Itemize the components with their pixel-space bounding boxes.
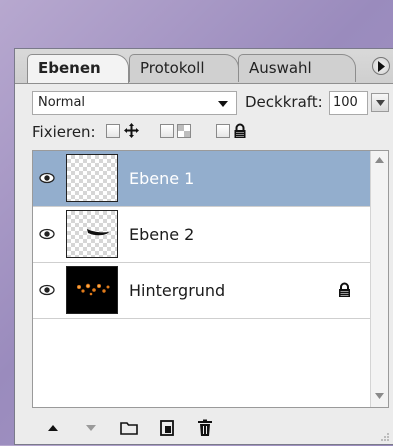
new-layer-icon[interactable]: [157, 418, 177, 438]
scroll-down-icon[interactable]: [375, 393, 384, 399]
trash-icon[interactable]: [195, 418, 215, 438]
layer-row-ebene-1[interactable]: Ebene 1: [33, 151, 371, 207]
layer-name: Hintergrund: [129, 281, 226, 300]
tab-protokoll[interactable]: Protokoll: [129, 54, 239, 82]
tab-bar: Ebenen Protokoll Auswahl: [15, 49, 393, 84]
resize-grip-icon[interactable]: [380, 432, 390, 442]
layer-thumbnail: [66, 266, 118, 314]
scroll-up-icon[interactable]: [375, 157, 384, 163]
opacity-label: Deckkraft:: [245, 93, 323, 111]
layers-panel: Ebenen Protokoll Auswahl Normal Deckkraf…: [14, 48, 393, 445]
lock-icon: [339, 282, 350, 297]
eye-icon[interactable]: [39, 227, 55, 241]
new-folder-icon[interactable]: [119, 418, 139, 438]
arrow-down-icon: [376, 100, 385, 106]
layer-row-ebene-2[interactable]: Ebene 2: [33, 207, 371, 263]
lock-position-checkbox[interactable]: [106, 124, 120, 138]
bottom-toolbar: [15, 412, 393, 446]
move-layer-up-icon[interactable]: [43, 418, 63, 438]
lock-icon: [234, 123, 246, 138]
lock-label: Fixieren:: [32, 123, 96, 141]
vertical-scrollbar[interactable]: [370, 151, 388, 407]
layer-thumbnail: [66, 154, 118, 202]
chevron-down-icon: [218, 101, 228, 107]
layer-row-hintergrund[interactable]: Hintergrund: [33, 263, 371, 319]
move-layer-down-icon[interactable]: [81, 418, 101, 438]
move-icon: [124, 123, 139, 138]
opacity-input[interactable]: 100: [329, 91, 368, 115]
layer-name: Ebene 1: [129, 169, 195, 188]
opacity-slider-button[interactable]: [371, 93, 389, 112]
layer-name: Ebene 2: [129, 225, 195, 244]
flyout-menu-icon[interactable]: [372, 57, 390, 75]
tab-ebenen[interactable]: Ebenen: [27, 54, 129, 83]
transparency-lock-icon: [177, 124, 191, 138]
lock-transparency-checkbox[interactable]: [160, 124, 174, 138]
eye-icon[interactable]: [39, 171, 55, 185]
blend-mode-select[interactable]: Normal: [32, 91, 237, 115]
blend-mode-value: Normal: [38, 95, 86, 110]
eye-icon[interactable]: [39, 283, 55, 297]
lock-all-checkbox[interactable]: [216, 124, 230, 138]
layers-list: Ebene 1 Ebene 2 Hintergrund: [32, 150, 389, 408]
layer-thumbnail: [66, 210, 118, 258]
tab-auswahl[interactable]: Auswahl: [238, 54, 356, 82]
